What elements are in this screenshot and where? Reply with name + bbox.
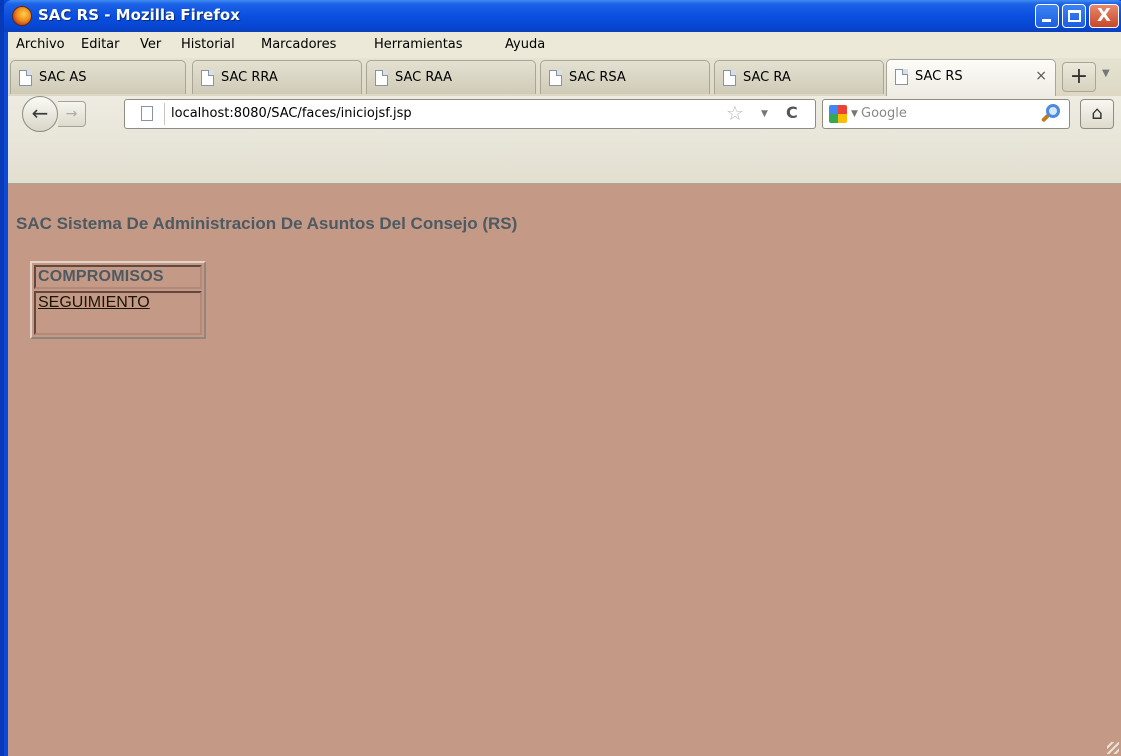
magnifier-icon[interactable]	[1040, 103, 1063, 125]
reload-icon[interactable]: C	[786, 103, 798, 122]
menu-archivo[interactable]: Archivo	[16, 37, 65, 52]
minimize-button[interactable]	[1035, 4, 1059, 28]
menu-bar: Archivo Editar Ver Historial Marcadores …	[8, 32, 1121, 58]
close-icon: X	[1097, 5, 1111, 26]
seguimiento-link[interactable]: SEGUIMIENTO	[34, 291, 202, 335]
menu-header-compromisos: COMPROMISOS	[34, 265, 202, 289]
search-engine-dropdown-icon[interactable]: ▼	[851, 109, 858, 119]
page-title: SAC Sistema De Administracion De Asuntos…	[16, 214, 518, 233]
forward-button[interactable]: →	[58, 101, 86, 127]
window-title: SAC RS - Mozilla Firefox	[38, 6, 240, 24]
menu-editar[interactable]: Editar	[81, 37, 120, 52]
minimize-icon	[1042, 19, 1051, 22]
google-icon[interactable]	[829, 105, 847, 123]
menu-table: COMPROMISOS SEGUIMIENTO	[30, 261, 206, 339]
menu-ayuda[interactable]: Ayuda	[505, 37, 545, 52]
bookmark-star-icon[interactable]: ☆	[726, 101, 744, 125]
url-text[interactable]: localhost:8080/SAC/faces/iniciojsf.jsp	[171, 106, 412, 121]
firefox-logo-icon	[12, 6, 32, 26]
menu-marcadores[interactable]: Marcadores	[261, 37, 336, 52]
close-button[interactable]: X	[1089, 4, 1119, 28]
url-bar[interactable]: localhost:8080/SAC/faces/iniciojsf.jsp	[124, 99, 816, 129]
back-button[interactable]: ←	[22, 96, 58, 132]
home-button[interactable]: ⌂	[1080, 99, 1114, 129]
menu-ver[interactable]: Ver	[140, 37, 161, 52]
menu-herramientas[interactable]: Herramientas	[374, 37, 463, 52]
maximize-button[interactable]	[1062, 4, 1086, 28]
navigation-toolbar: ← → localhost:8080/SAC/faces/iniciojsf.j…	[8, 96, 1121, 184]
search-bar[interactable]: ▼ Google	[822, 99, 1070, 129]
title-bar[interactable]: SAC RS - Mozilla Firefox X	[4, 0, 1121, 32]
magnifier-lens	[1046, 104, 1060, 118]
page-icon	[141, 106, 153, 121]
maximize-icon	[1068, 10, 1081, 22]
search-input[interactable]: Google	[861, 106, 907, 121]
site-identity-button[interactable]	[129, 103, 165, 125]
page-content: SAC Sistema De Administracion De Asuntos…	[8, 184, 1121, 756]
seguimiento-link-label[interactable]: SEGUIMIENTO	[38, 294, 150, 311]
browser-window: SAC RS - Mozilla Firefox X Archivo Edita…	[0, 0, 1121, 756]
resize-grip[interactable]	[1107, 742, 1119, 754]
url-history-dropdown-icon[interactable]: ▼	[761, 109, 768, 119]
menu-historial[interactable]: Historial	[181, 37, 235, 52]
